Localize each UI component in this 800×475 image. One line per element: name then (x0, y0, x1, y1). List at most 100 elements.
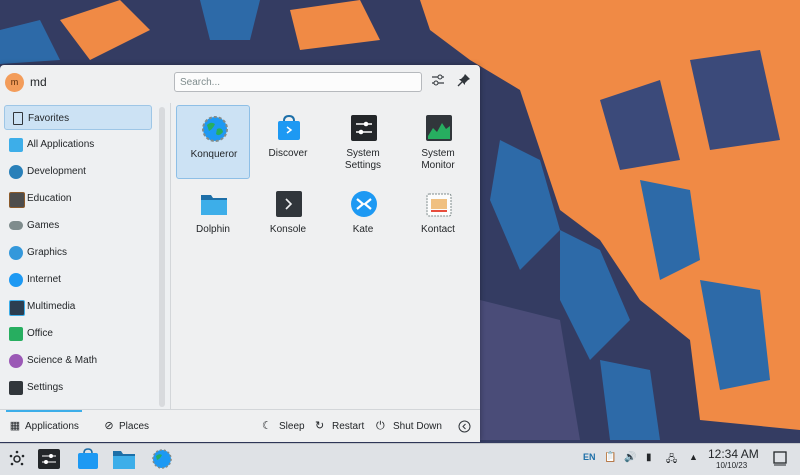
office-icon (9, 327, 23, 341)
show-desktop-icon[interactable] (772, 450, 788, 466)
app-kontact[interactable]: Kontact (401, 181, 475, 255)
app-konsole[interactable]: Konsole (251, 181, 325, 255)
multimedia-icon (9, 300, 25, 316)
graphics-icon (9, 246, 23, 260)
kate-icon (350, 190, 378, 218)
app-dolphin[interactable]: Dolphin (176, 181, 250, 255)
category-favorites[interactable]: Favorites (4, 105, 152, 130)
clipboard-icon[interactable]: 📋 (604, 452, 616, 463)
app-discover[interactable]: Discover (251, 105, 325, 179)
taskbar: EN 📋 🔊 ▮ 🖧 ▲ 12:34 AM 10/10/23 (0, 443, 800, 475)
category-label: Internet (27, 274, 61, 285)
category-label: Development (27, 166, 86, 177)
configure-icon[interactable] (429, 73, 447, 91)
kontact-icon (425, 190, 453, 218)
app-label-line2: Monitor (421, 160, 455, 171)
category-multimedia[interactable]: Multimedia (4, 294, 152, 319)
app-label: Konqueror (190, 149, 238, 160)
category-label: Settings (27, 382, 64, 393)
category-games[interactable]: Games (4, 213, 152, 238)
app-label: Kontact (421, 224, 455, 235)
sleep-icon: ☾ (262, 420, 272, 432)
tab-applications[interactable]: ▦ Applications (9, 416, 79, 436)
shutdown-button[interactable]: ⏻ Shut Down (376, 416, 442, 436)
tab-places[interactable]: ⊘ Places (103, 416, 149, 436)
username: md (30, 75, 47, 89)
usb-icon[interactable]: ▮ (646, 452, 652, 463)
settings-icon (9, 381, 23, 395)
app-label: Discover (268, 148, 308, 159)
terminal-icon (275, 190, 303, 218)
task-folder-icon[interactable] (112, 448, 136, 470)
discover-icon (275, 114, 303, 142)
category-development[interactable]: Development (4, 159, 152, 184)
app-system-settings[interactable]: System Settings (326, 105, 400, 179)
search-input[interactable] (174, 72, 422, 92)
app-label: Kate (352, 224, 374, 235)
shutdown-icon: ⏻ (376, 420, 385, 432)
category-label: Science & Math (27, 355, 98, 366)
application-launcher: m md Favorites All Applications Developm… (0, 65, 480, 442)
app-label-line2: Settings (344, 160, 382, 171)
sleep-button[interactable]: ☾ Sleep (262, 416, 305, 436)
category-education[interactable]: Education (4, 186, 152, 211)
tab-label: Applications (25, 421, 79, 432)
grid-icon (9, 138, 23, 152)
app-kate[interactable]: Kate (326, 181, 400, 255)
pin-icon[interactable] (455, 73, 473, 91)
category-label: Office (27, 328, 53, 339)
category-settings[interactable]: Settings (4, 375, 152, 400)
app-label: System Settings (326, 148, 400, 172)
leave-options-button[interactable] (458, 416, 471, 436)
tab-label: Places (119, 421, 150, 432)
app-label-line1: System (421, 148, 455, 159)
volume-icon[interactable]: 🔊 (624, 452, 636, 463)
button-label: Shut Down (393, 421, 442, 432)
keyboard-layout-indicator[interactable]: EN (583, 452, 596, 462)
category-scrollbar[interactable] (159, 107, 165, 407)
category-science-math[interactable]: Science & Math (4, 348, 152, 373)
app-system-monitor[interactable]: System Monitor (401, 105, 475, 179)
globe-icon (9, 273, 23, 287)
category-label: All Applications (27, 139, 95, 150)
restart-icon: ↻ (315, 420, 325, 432)
app-label: Konsole (269, 224, 307, 235)
kde-launcher-icon[interactable] (5, 448, 29, 470)
system-settings-icon (350, 114, 378, 142)
app-konqueror[interactable]: Konqueror (176, 105, 250, 179)
category-internet[interactable]: Internet (4, 267, 152, 292)
network-icon[interactable]: 🖧 (666, 452, 677, 469)
clock-time[interactable]: 12:34 AM (708, 447, 759, 461)
places-icon: ⊘ (104, 420, 114, 432)
task-system-settings-icon[interactable] (37, 448, 61, 470)
app-label: System Monitor (401, 148, 475, 172)
science-icon (9, 354, 23, 368)
restart-button[interactable]: ↻ Restart (315, 416, 364, 436)
category-graphics[interactable]: Graphics (4, 240, 152, 265)
folder-icon (200, 190, 228, 218)
launcher-header: m md (0, 65, 480, 99)
favorites-grid: Konqueror Discover System Settings System… (173, 103, 478, 411)
category-label: Games (27, 220, 60, 231)
avatar[interactable]: m (5, 73, 24, 92)
category-label: Favorites (28, 113, 70, 124)
expand-tray-icon[interactable]: ▲ (689, 452, 698, 462)
app-label: Dolphin (196, 224, 230, 235)
category-all-applications[interactable]: All Applications (4, 132, 152, 157)
category-label: Education (27, 193, 72, 204)
category-sidebar: Favorites All Applications Development E… (0, 103, 171, 411)
applications-icon: ▦ (9, 420, 21, 432)
launcher-footer: ▦ Applications ⊘ Places ☾ Sleep ↻ Restart ⏻ S… (0, 409, 480, 442)
task-discover-icon[interactable] (76, 448, 100, 470)
konqueror-icon (201, 115, 229, 143)
chevron-left-icon (458, 420, 471, 433)
task-konqueror-icon[interactable] (150, 448, 174, 470)
app-label-line1: System (346, 148, 380, 159)
active-tab-indicator (6, 410, 82, 412)
system-monitor-icon (425, 114, 453, 142)
clock-date[interactable]: 10/10/23 (716, 461, 747, 470)
category-office[interactable]: Office (4, 321, 152, 346)
bookmark-icon (13, 112, 23, 125)
category-label: Multimedia (27, 301, 76, 312)
gamepad-icon (9, 221, 23, 230)
